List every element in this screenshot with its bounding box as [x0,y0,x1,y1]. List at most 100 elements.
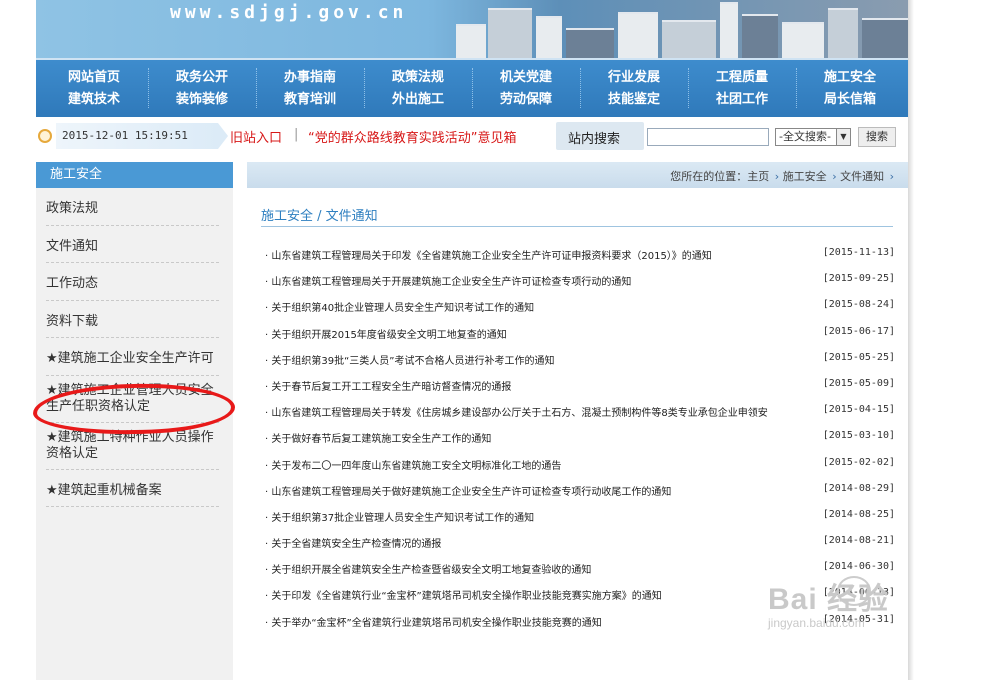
nav-item[interactable]: 网站首页 [40,66,148,88]
news-title-link[interactable]: · 关于春节后复工开工工程安全生产暗访督查情况的通报 [265,378,805,393]
news-title-link[interactable]: · 关于做好春节后复工建筑施工安全生产工作的通知 [265,430,805,445]
nav-item[interactable]: 技能鉴定 [580,88,688,110]
news-date: [2014-08-25] [822,508,895,520]
search-button[interactable]: 搜索 [858,127,896,147]
nav-column: 政务公开 装饰装修 [148,66,256,112]
nav-item[interactable]: 工程质量 [688,66,796,88]
old-site-link[interactable]: 旧站入口 [230,127,282,146]
sidebar-item-policy[interactable]: 政策法规 [46,188,219,226]
list-item: · 关于做好春节后复工建筑施工安全生产工作的通知 [2015-03-10] [265,423,895,449]
chevron-right-icon: › [774,170,780,183]
site-url: www.sdjgj.gov.cn [170,2,408,23]
nav-column: 办事指南 教育培训 [256,66,364,112]
banner-building [862,18,908,58]
nav-item[interactable]: 施工安全 [796,66,904,88]
nav-column: 政策法规 外出施工 [364,66,472,112]
list-item: · 山东省建筑工程管理局关于印发《全省建筑施工企业安全生产许可证申报资料要求（2… [265,240,895,266]
sidebar-item-safety-license[interactable]: ★建筑施工企业安全生产许可 [46,338,219,376]
breadcrumb-home-link[interactable]: 主页 [747,170,769,183]
list-item: · 山东省建筑工程管理局关于开展建筑施工企业安全生产许可证检查专项行动的通知 [2… [265,266,895,292]
news-title-link[interactable]: · 关于组织第39批“三类人员”考试不合格人员进行补考工作的通知 [265,352,805,367]
sidebar-item-crane-registration[interactable]: ★建筑起重机械备案 [46,470,219,507]
banner-building [618,12,658,58]
opinion-mailbox-link[interactable]: “党的群众路线教育实践活动”意见箱 [308,127,516,146]
current-datetime: 2015-12-01 15:19:51 [62,129,188,142]
news-title-link[interactable]: · 关于全省建筑安全生产检查情况的通报 [265,535,805,550]
nav-column: 行业发展 技能鉴定 [580,66,688,112]
breadcrumb-section-link[interactable]: 施工安全 [783,170,827,183]
news-title-link[interactable]: · 关于发布二〇一四年度山东省建筑施工安全文明标准化工地的通告 [265,457,805,472]
nav-column: 施工安全 局长信箱 [796,66,904,112]
nav-item[interactable]: 政务公开 [148,66,256,88]
nav-item[interactable]: 办事指南 [256,66,364,88]
breadcrumb: 您所在的位置：主页 › 施工安全 › 文件通知 › [670,168,894,184]
clock-icon [38,129,52,143]
search-input[interactable] [647,128,769,146]
sidebar-item-work-news[interactable]: 工作动态 [46,263,219,301]
watermark-logo: Bai 经验 [768,583,890,616]
news-title-link[interactable]: · 山东省建筑工程管理局关于做好建筑施工企业安全生产许可证检查专项行动收尾工作的… [265,483,805,498]
sidebar-list: 政策法规 文件通知 工作动态 资料下载 ★建筑施工企业安全生产许可 ★建筑施工企… [36,188,233,507]
list-item: · 关于发布二〇一四年度山东省建筑施工安全文明标准化工地的通告 [2015-02-… [265,450,895,476]
nav-item[interactable]: 政策法规 [364,66,472,88]
breadcrumb-bar: 您所在的位置：主页 › 施工安全 › 文件通知 › [247,162,908,188]
nav-column: 机关党建 劳动保障 [472,66,580,112]
nav-item[interactable]: 装饰装修 [148,88,256,110]
list-item: · 关于组织第37批企业管理人员安全生产知识考试工作的通知 [2014-08-25… [265,502,895,528]
sidebar-title: 施工安全 [36,162,233,188]
info-bar: 2015-12-01 15:19:51 旧站入口 | “党的群众路线教育实践活动… [36,118,908,154]
news-date: [2015-11-13] [822,247,895,258]
chevron-right-icon: › [889,170,894,183]
nav-item[interactable]: 行业发展 [580,66,688,88]
site-banner: www.sdjgj.gov.cn [36,0,908,58]
news-title-link[interactable]: · 山东省建筑工程管理局关于开展建筑施工企业安全生产许可证检查专项行动的通知 [265,273,805,288]
news-date: [2014-08-29] [822,482,895,494]
news-title-link[interactable]: · 关于印发《全省建筑行业“金宝杯”建筑塔吊司机安全操作职业技能竞赛实施方案》的… [265,587,805,602]
banner-building [456,24,486,58]
list-item: · 关于组织第39批“三类人员”考试不合格人员进行补考工作的通知 [2015-05… [265,345,895,371]
news-date: [2015-05-25] [822,351,895,363]
banner-building [720,2,738,58]
news-title-link[interactable]: · 山东省建筑工程管理局关于印发《全省建筑施工企业安全生产许可证申报资料要求（2… [265,247,805,262]
list-item: · 山东省建筑工程管理局关于做好建筑施工企业安全生产许可证检查专项行动收尾工作的… [265,476,895,502]
banner-building [488,8,532,58]
news-date: [2014-08-21] [822,535,895,547]
news-title-link[interactable]: · 山东省建筑工程管理局关于转发《住房城乡建设部办公厅关于土石方、混凝土预制构件… [265,404,805,419]
news-date: [2015-02-02] [822,456,895,468]
nav-item[interactable]: 局长信箱 [796,88,904,110]
nav-item[interactable]: 建筑技术 [40,88,148,110]
sidebar-item-notices[interactable]: 文件通知 [46,226,219,263]
chevron-right-icon: › [832,170,837,183]
breadcrumb-page-link[interactable]: 文件通知 [840,170,884,183]
dropdown-arrow-icon[interactable]: ▼ [836,129,850,145]
section-divider [261,226,893,227]
news-title-link[interactable]: · 关于组织第40批企业管理人员安全生产知识考试工作的通知 [265,299,805,314]
sidebar-item-downloads[interactable]: 资料下载 [46,301,219,338]
watermark: Bai 经验 jingyan.baidu.com [768,574,889,630]
link-separator: | [294,127,299,142]
watermark-url: jingyan.baidu.com [768,616,865,630]
search-scope-select[interactable]: -全文搜索- ▼ [775,128,851,146]
news-date: [2015-04-15] [822,404,895,416]
date-box: 2015-12-01 15:19:51 [56,123,228,149]
nav-item[interactable]: 社团工作 [688,88,796,110]
section-title: 施工安全 / 文件通知 [261,209,378,224]
news-title-link[interactable]: · 关于举办“金宝杯”全省建筑行业建筑塔吊司机安全操作职业技能竞赛的通知 [265,614,805,629]
news-title-link[interactable]: · 关于组织第37批企业管理人员安全生产知识考试工作的通知 [265,509,805,524]
list-item: · 关于组织第40批企业管理人员安全生产知识考试工作的通知 [2015-08-24… [265,292,895,318]
banner-building [742,14,778,58]
main-nav: 网站首页 建筑技术 政务公开 装饰装修 办事指南 教育培训 政策法规 外出施工 … [36,58,908,117]
nav-item[interactable]: 教育培训 [256,88,364,110]
nav-item[interactable]: 外出施工 [364,88,472,110]
search-scope-value: -全文搜索- [779,130,831,143]
news-title-link[interactable]: · 关于组织开展2015年度省级安全文明工地复查的通知 [265,326,805,341]
nav-item[interactable]: 机关党建 [472,66,580,88]
nav-item[interactable]: 劳动保障 [472,88,580,110]
news-title-link[interactable]: · 关于组织开展全省建筑安全生产检查暨省级安全文明工地复查验收的通知 [265,561,805,576]
page-shadow [908,0,914,680]
banner-building [828,8,858,58]
breadcrumb-prefix: 您所在的位置： [670,170,748,183]
news-date: [2015-09-25] [822,273,895,285]
news-date: [2015-03-10] [822,430,895,442]
banner-building [662,20,716,58]
